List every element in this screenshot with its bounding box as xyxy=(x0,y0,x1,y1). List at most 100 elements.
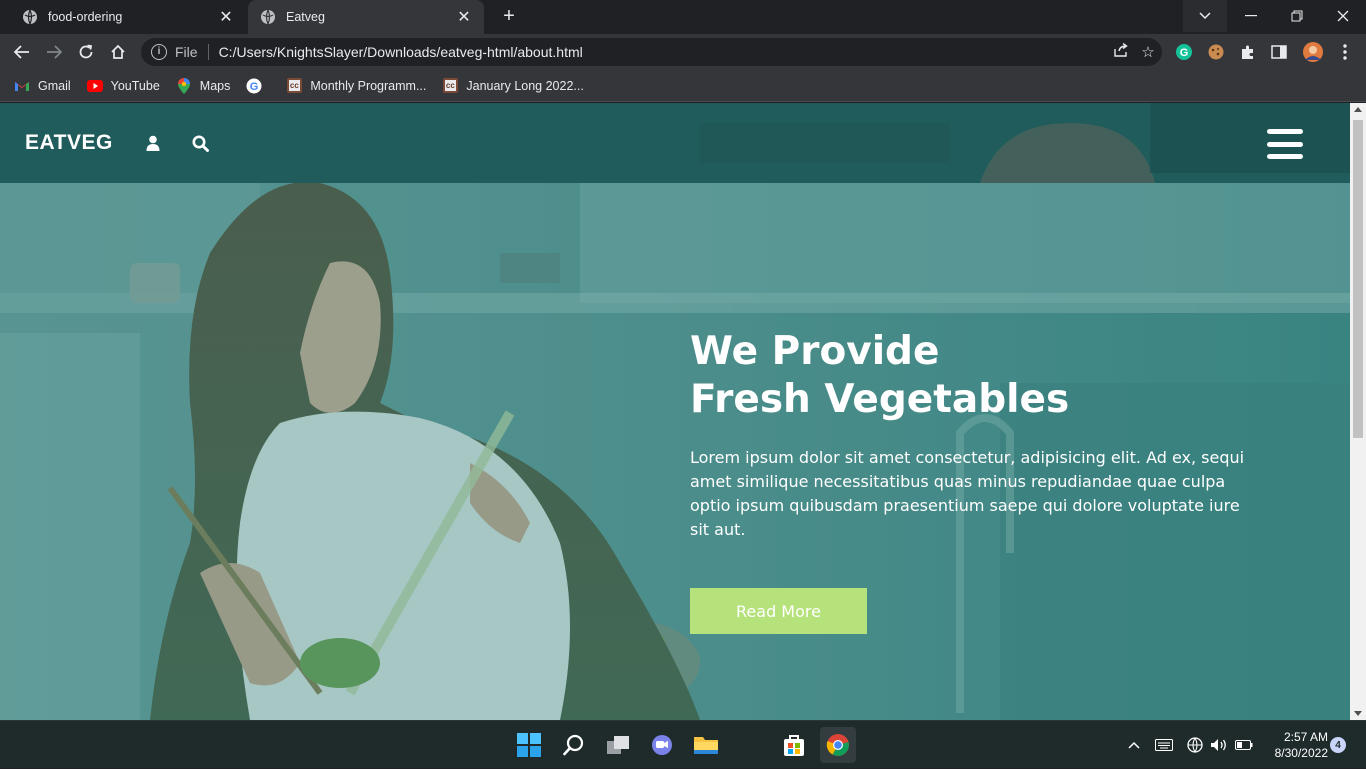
arrow-left-icon xyxy=(14,45,29,59)
back-button[interactable] xyxy=(10,41,34,63)
chrome-icon xyxy=(826,734,849,756)
bookmark-google[interactable]: G xyxy=(246,78,270,94)
browser-tab-strip: food-ordering ✕ Eatveg ✕ + xyxy=(0,0,1366,34)
address-bar[interactable]: i File C:/Users/KnightsSlayer/Downloads/… xyxy=(141,38,1162,66)
keyboard-icon[interactable] xyxy=(1155,721,1173,769)
windows-icon xyxy=(517,733,541,757)
restore-icon xyxy=(1291,10,1303,22)
menu-kebab-icon[interactable] xyxy=(1336,43,1354,61)
tab-search-button[interactable] xyxy=(1183,0,1227,32)
globe-icon xyxy=(23,9,37,25)
minimize-button[interactable] xyxy=(1228,0,1274,32)
hero-paragraph: Lorem ipsum dolor sit amet consectetur, … xyxy=(690,448,1245,539)
search-icon xyxy=(563,734,584,756)
bookmark-maps[interactable]: Maps xyxy=(176,77,231,94)
side-panel-icon[interactable] xyxy=(1270,43,1288,61)
scroll-down-arrow-icon[interactable] xyxy=(1354,711,1362,716)
read-more-button[interactable]: Read More xyxy=(690,588,867,634)
hero-title-line2: Fresh Vegetables xyxy=(690,377,1070,422)
reload-button[interactable] xyxy=(74,41,98,63)
bookmark-youtube[interactable]: YouTube xyxy=(86,78,160,94)
user-icon[interactable] xyxy=(143,133,163,153)
tab-eatveg[interactable]: Eatveg ✕ xyxy=(248,0,484,34)
bookmark-monthly-programming[interactable]: cc Monthly Programm... xyxy=(286,78,426,94)
cookie-icon[interactable] xyxy=(1207,43,1225,61)
menu-bar xyxy=(1267,141,1303,147)
menu-bar xyxy=(1267,154,1303,159)
youtube-icon xyxy=(86,78,103,94)
bookmark-gmail[interactable]: Gmail xyxy=(14,78,71,94)
task-view-icon xyxy=(607,736,629,754)
tab-title: food-ordering xyxy=(48,10,123,24)
file-explorer-button[interactable] xyxy=(688,727,724,763)
window-close-button[interactable] xyxy=(1320,0,1366,32)
browser-toolbar: i File C:/Users/KnightsSlayer/Downloads/… xyxy=(0,34,1366,70)
taskbar-search-button[interactable] xyxy=(556,727,592,763)
bookmark-january-long[interactable]: cc January Long 2022... xyxy=(442,78,584,94)
scroll-up-arrow-icon[interactable] xyxy=(1354,107,1362,112)
minimize-icon xyxy=(1245,15,1257,17)
folder-icon xyxy=(694,737,718,754)
close-icon xyxy=(1337,10,1349,22)
extensions-puzzle-icon[interactable] xyxy=(1239,43,1257,61)
close-icon[interactable]: ✕ xyxy=(456,7,472,27)
chevron-down-icon xyxy=(1199,12,1211,20)
svg-text:G: G xyxy=(1180,47,1189,59)
chat-icon xyxy=(652,735,672,755)
scrollbar-thumb[interactable] xyxy=(1353,120,1363,438)
site-header: EATVEG xyxy=(0,103,1350,183)
forward-button[interactable] xyxy=(42,41,66,63)
reload-icon xyxy=(79,44,93,59)
bookmarks-bar: Gmail YouTube Maps G cc Monthly Programm… xyxy=(0,70,1366,102)
maps-icon xyxy=(176,77,192,94)
teams-chat-button[interactable] xyxy=(644,727,680,763)
svg-text:G: G xyxy=(250,81,259,93)
system-clock[interactable]: 2:57 AM 8/30/2022 xyxy=(1262,729,1328,761)
clock-time: 2:57 AM xyxy=(1283,730,1328,744)
home-icon xyxy=(111,44,125,59)
show-hidden-icons-button[interactable] xyxy=(1128,721,1140,769)
restore-button[interactable] xyxy=(1274,0,1320,32)
codechef-icon: cc xyxy=(442,78,458,94)
tab-food-ordering[interactable]: food-ordering ✕ xyxy=(10,0,246,34)
new-tab-button[interactable]: + xyxy=(496,5,522,29)
share-icon[interactable] xyxy=(1106,42,1134,61)
globe-icon xyxy=(261,9,275,25)
tab-title: Eatveg xyxy=(286,10,325,24)
clock-date: 8/30/2022 xyxy=(1274,746,1328,760)
close-icon[interactable]: ✕ xyxy=(218,7,234,27)
page-viewport: EATVEG We Provide Fresh Vegetables Lorem… xyxy=(0,103,1350,720)
site-logo[interactable]: EATVEG xyxy=(25,131,113,155)
google-icon: G xyxy=(246,78,262,94)
hero-content: We Provide Fresh Vegetables Lorem ipsum … xyxy=(690,328,1250,542)
gmail-icon xyxy=(14,78,30,94)
network-globe-icon[interactable] xyxy=(1187,721,1203,769)
info-icon[interactable]: i xyxy=(151,44,167,60)
microsoft-store-button[interactable] xyxy=(776,727,812,763)
notification-badge[interactable]: 4 xyxy=(1330,737,1346,753)
hero-title: We Provide Fresh Vegetables xyxy=(690,328,1250,424)
bookmark-star-icon[interactable]: ☆ xyxy=(1134,43,1162,61)
chrome-taskbar-button[interactable] xyxy=(820,727,856,763)
hamburger-menu-button[interactable] xyxy=(1267,129,1303,159)
start-button[interactable] xyxy=(511,727,547,763)
profile-avatar[interactable] xyxy=(1302,41,1324,63)
scheme-label: File xyxy=(175,44,198,60)
bookmark-label: Monthly Programm... xyxy=(310,78,427,93)
task-view-button[interactable] xyxy=(600,727,636,763)
chevron-up-icon xyxy=(1128,741,1140,749)
menu-bar xyxy=(1267,129,1303,134)
page-scrollbar[interactable] xyxy=(1350,103,1366,720)
bookmark-label: YouTube xyxy=(110,78,160,93)
bookmark-label: Maps xyxy=(199,78,231,93)
grammarly-icon[interactable]: G xyxy=(1175,43,1193,61)
battery-icon[interactable] xyxy=(1235,721,1253,769)
store-icon xyxy=(784,735,804,756)
windows-taskbar: 2:57 AM 8/30/2022 4 xyxy=(0,720,1366,768)
home-button[interactable] xyxy=(106,41,130,63)
arrow-right-icon xyxy=(47,45,62,59)
search-icon[interactable] xyxy=(191,133,211,153)
volume-icon[interactable] xyxy=(1210,721,1228,769)
divider xyxy=(207,44,209,60)
url-text[interactable]: C:/Users/KnightsSlayer/Downloads/eatveg-… xyxy=(219,44,1106,60)
